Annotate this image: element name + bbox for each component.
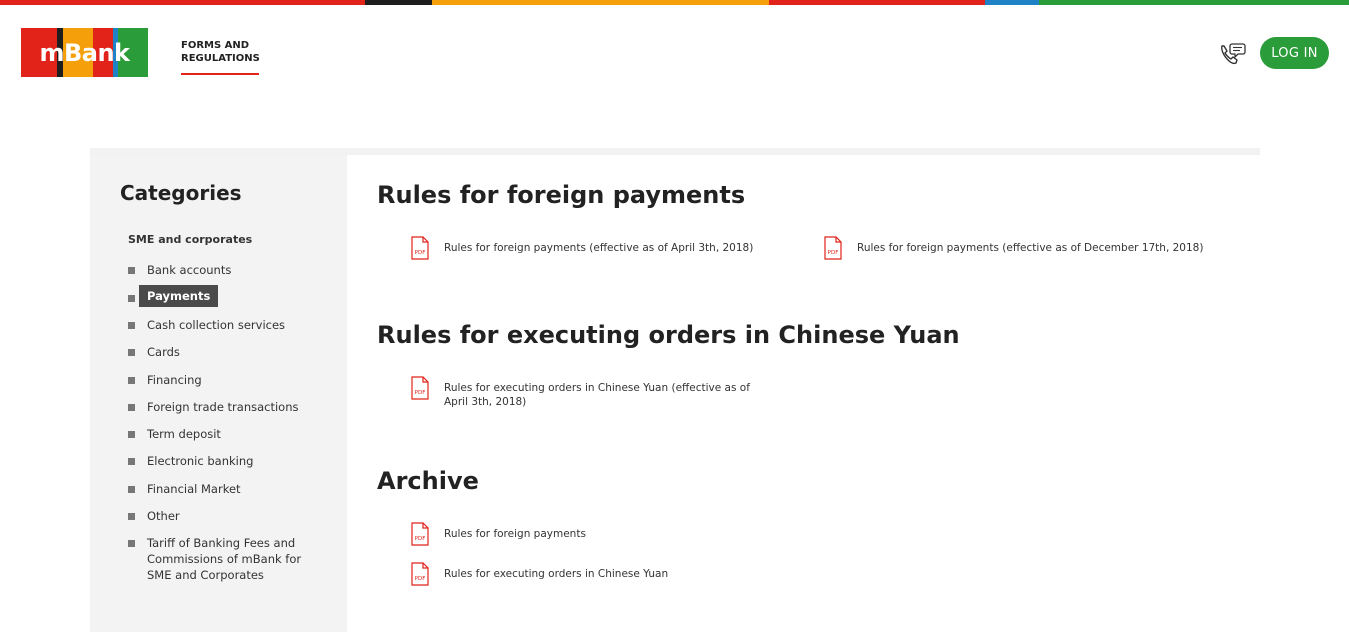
sidebar-title: Categories xyxy=(120,181,242,205)
nav-forms-and-regulations[interactable]: FORMS AND REGULATIONS xyxy=(181,39,271,65)
bullet xyxy=(128,267,135,274)
svg-text:PDF: PDF xyxy=(415,250,426,256)
document-label: Rules for executing orders in Chinese Yu… xyxy=(444,382,750,408)
sidebar-item-label: Cash collection services xyxy=(147,318,286,332)
sidebar-item-label: Foreign trade transactions xyxy=(147,400,299,414)
sidebar-item-other[interactable]: Other xyxy=(128,508,338,524)
sidebar-item-electronic-banking[interactable]: Electronic banking xyxy=(128,453,338,469)
strip-black xyxy=(365,0,432,5)
sidebar-item-label: Term deposit xyxy=(147,427,221,441)
sidebar-item-financial-market[interactable]: Financial Market xyxy=(128,481,338,497)
bullet xyxy=(128,377,135,384)
nav-active-underline xyxy=(181,73,259,75)
svg-text:PDF: PDF xyxy=(415,576,426,582)
sidebar-item-tariff[interactable]: Tariff of Banking Fees and Commissions o… xyxy=(128,535,338,583)
document-link[interactable]: PDF Rules for foreign payments (effectiv… xyxy=(411,236,781,260)
document-link[interactable]: PDF Rules for foreign payments xyxy=(411,522,771,546)
sidebar-item-term-deposit[interactable]: Term deposit xyxy=(128,426,338,442)
pdf-icon: PDF xyxy=(824,236,842,260)
strip-red-2 xyxy=(769,0,985,5)
sidebar-item-label: Bank accounts xyxy=(147,263,232,277)
document-label: Rules for executing orders in Chinese Yu… xyxy=(444,568,669,580)
bullet xyxy=(128,513,135,520)
pdf-icon: PDF xyxy=(411,522,429,546)
strip-orange xyxy=(432,0,769,5)
section-title-foreign-payments: Rules for foreign payments xyxy=(377,181,746,209)
pdf-icon: PDF xyxy=(411,236,429,260)
sidebar-item-label: Financial Market xyxy=(147,482,241,496)
document-label: Rules for foreign payments (effective as… xyxy=(857,242,1204,254)
bullet xyxy=(128,486,135,493)
sidebar-item-payments[interactable]: Payments xyxy=(128,285,338,307)
pdf-icon: PDF xyxy=(411,562,429,586)
strip-green xyxy=(1039,0,1349,5)
sidebar-item-label: Tariff of Banking Fees and Commissions o… xyxy=(147,536,302,582)
strip-red xyxy=(0,0,365,5)
sidebar-item-label: Electronic banking xyxy=(147,454,254,468)
document-label: Rules for foreign payments (effective as… xyxy=(444,242,754,254)
content-top-band xyxy=(90,148,1260,155)
document-link[interactable]: PDF Rules for executing orders in Chines… xyxy=(411,376,771,409)
svg-text:PDF: PDF xyxy=(415,536,426,542)
sidebar-item-cards[interactable]: Cards xyxy=(128,344,338,360)
bullet xyxy=(128,322,135,329)
section-title-chinese-yuan: Rules for executing orders in Chinese Yu… xyxy=(377,321,960,349)
document-label: Rules for foreign payments xyxy=(444,528,586,540)
svg-text:PDF: PDF xyxy=(828,250,839,256)
document-link[interactable]: PDF Rules for executing orders in Chines… xyxy=(411,562,771,586)
sidebar-item-label: Financing xyxy=(147,373,202,387)
phone-chat-icon[interactable] xyxy=(1218,40,1246,66)
brand-color-strip xyxy=(0,0,1349,5)
pdf-icon: PDF xyxy=(411,376,429,400)
mbank-logo[interactable]: mBank xyxy=(21,28,148,77)
bullet xyxy=(128,540,135,547)
sidebar-item-foreign-trade[interactable]: Foreign trade transactions xyxy=(128,399,338,415)
sidebar-item-cash-collection[interactable]: Cash collection services xyxy=(128,317,338,333)
logo-text: mBank xyxy=(39,38,130,67)
section-title-archive: Archive xyxy=(377,467,479,495)
sidebar-item-bank-accounts[interactable]: Bank accounts xyxy=(128,262,338,278)
bullet xyxy=(128,431,135,438)
login-button[interactable]: LOG IN xyxy=(1260,37,1329,69)
document-link[interactable]: PDF Rules for foreign payments (effectiv… xyxy=(824,236,1224,260)
sidebar-item-label: Other xyxy=(147,509,180,523)
bullet xyxy=(128,349,135,356)
svg-text:PDF: PDF xyxy=(415,390,426,396)
sidebar-item-label: Payments xyxy=(139,285,219,307)
strip-blue xyxy=(985,0,1039,5)
sidebar-item-financing[interactable]: Financing xyxy=(128,372,338,388)
bullet xyxy=(128,404,135,411)
sidebar-group-heading: SME and corporates xyxy=(128,233,253,246)
bullet xyxy=(128,458,135,465)
sidebar-item-label: Cards xyxy=(147,345,180,359)
bullet xyxy=(128,295,135,302)
